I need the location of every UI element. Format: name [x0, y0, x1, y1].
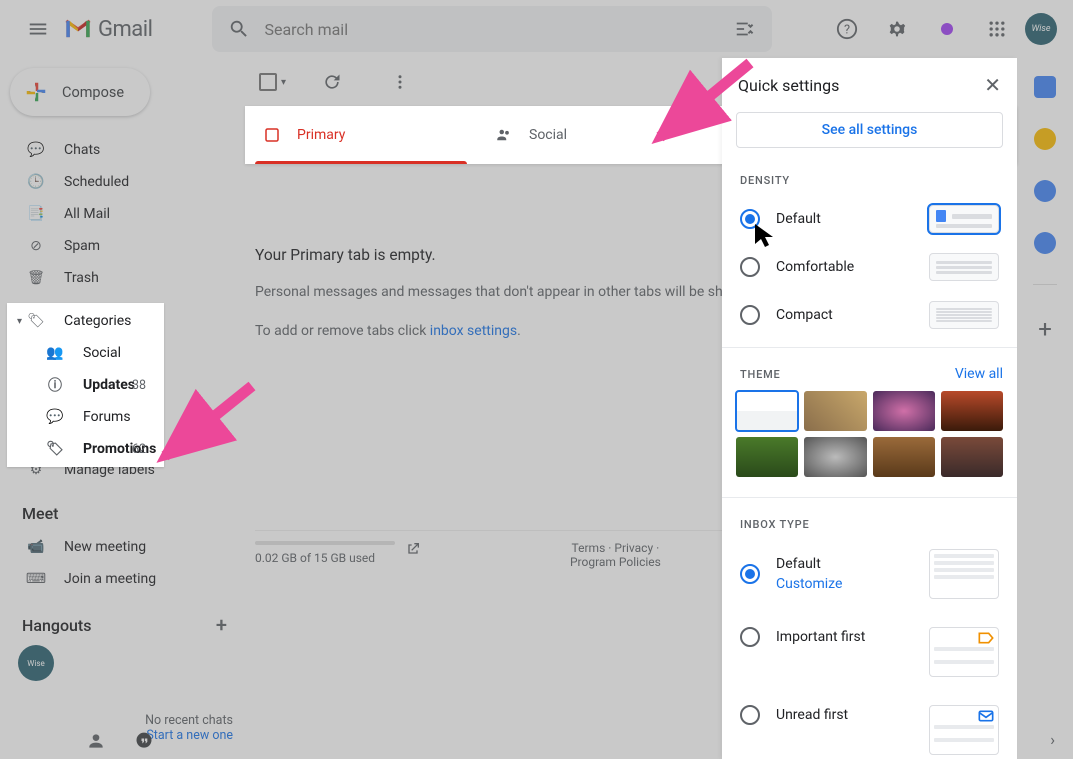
svg-text:?: ? [844, 23, 850, 38]
trash-icon: 🗑 [26, 270, 46, 286]
meet-section-title: Meet [0, 486, 245, 531]
sidebar-item-new-meeting[interactable]: 📹New meeting [0, 531, 235, 563]
header-bar: Gmail ? Wise [0, 0, 1073, 58]
apps-icon[interactable] [985, 17, 1009, 41]
sidebar-item-scheduled[interactable]: 🕒Scheduled [0, 166, 235, 198]
see-all-settings-button[interactable]: See all settings [736, 112, 1003, 148]
quick-settings-panel: Quick settings ✕ See all settings DENSIT… [722, 58, 1017, 759]
density-section-title: DENSITY [736, 162, 1003, 195]
density-compact[interactable]: Compact [736, 291, 1003, 339]
theme-swatches [736, 389, 1003, 489]
calendar-app-icon[interactable] [1034, 76, 1056, 98]
people-icon [495, 126, 513, 144]
quick-settings-title: Quick settings [738, 76, 839, 95]
theme-section-title: THEME [736, 356, 785, 389]
keyboard-icon: ⌨ [26, 571, 46, 587]
chat-icon: 💬 [26, 142, 46, 158]
theme-swatch[interactable] [873, 391, 935, 431]
add-icon[interactable]: + [216, 613, 227, 637]
compose-button[interactable]: Compose [10, 68, 150, 116]
keep-app-icon[interactable] [1034, 128, 1056, 150]
info-icon: ⓘ [45, 375, 65, 395]
inbox-type-section-title: INBOX TYPE [736, 506, 1003, 539]
settings-icon[interactable] [885, 17, 909, 41]
inbox-type-default[interactable]: Default Customize [736, 539, 1003, 609]
app-name: Gmail [98, 17, 152, 42]
sidebar-item-allmail[interactable]: 📑All Mail [0, 198, 235, 230]
inbox-type-important[interactable]: Important first [736, 609, 1003, 687]
status-icon[interactable] [935, 17, 959, 41]
contacts-app-icon[interactable] [1034, 232, 1056, 254]
search-bar[interactable] [212, 6, 772, 52]
open-external-icon[interactable] [405, 541, 421, 557]
radio-icon [740, 627, 760, 647]
forum-icon: 💬 [45, 409, 65, 425]
sidebar-item-chats[interactable]: 💬Chats [0, 134, 235, 166]
theme-swatch[interactable] [873, 437, 935, 477]
side-panel: + › [1017, 58, 1073, 759]
bottom-tabs [0, 723, 240, 759]
category-promotions[interactable]: 🏷Promotions62 [7, 433, 164, 465]
person-icon[interactable] [86, 731, 106, 751]
hangouts-bubble-icon[interactable] [134, 731, 154, 751]
sidebar-item-trash[interactable]: 🗑Trash [0, 262, 235, 294]
radio-icon [740, 257, 760, 277]
people-icon: 👥 [45, 345, 65, 361]
category-forums[interactable]: 💬Forums [7, 401, 164, 433]
radio-icon [740, 564, 760, 584]
theme-swatch[interactable] [736, 437, 798, 477]
theme-view-all-link[interactable]: View all [955, 366, 1003, 382]
theme-swatch[interactable] [804, 437, 866, 477]
tab-social[interactable]: Social [477, 106, 709, 164]
sidebar-item-categories[interactable]: ▾🏷Categories [7, 305, 164, 337]
stack-icon: 📑 [26, 206, 46, 222]
close-icon[interactable]: ✕ [984, 73, 1001, 97]
support-icon[interactable]: ? [835, 17, 859, 41]
theme-swatch[interactable] [736, 391, 798, 431]
select-all-checkbox[interactable]: ▾ [259, 73, 286, 91]
spam-icon: ⊘ [26, 238, 46, 254]
density-default[interactable]: Default [736, 195, 1003, 243]
more-icon[interactable] [388, 70, 412, 94]
account-avatar[interactable]: Wise [1025, 13, 1057, 45]
sidebar-item-spam[interactable]: ⊘Spam [0, 230, 235, 262]
theme-swatch[interactable] [941, 437, 1003, 477]
category-social[interactable]: 👥Social [7, 337, 164, 369]
hangouts-avatar-row[interactable]: Wise [0, 645, 245, 681]
density-comfortable[interactable]: Comfortable [736, 243, 1003, 291]
theme-swatch[interactable] [941, 391, 1003, 431]
tag-icon: 🏷 [26, 313, 46, 329]
categories-expanded: ▾🏷Categories 👥Social ⓘUpdates38 💬Forums … [7, 303, 164, 467]
inbox-type-unread[interactable]: Unread first [736, 687, 1003, 759]
refresh-icon[interactable] [320, 70, 344, 94]
storage-text: 0.02 GB of 15 GB used [255, 551, 375, 565]
search-input[interactable] [264, 20, 734, 39]
radio-icon [740, 209, 760, 229]
search-icon [228, 18, 250, 40]
main-menu-icon[interactable] [26, 17, 50, 41]
sidebar-item-join-meeting[interactable]: ⌨Join a meeting [0, 563, 235, 595]
video-icon: 📹 [26, 539, 46, 555]
inbox-settings-link[interactable]: inbox settings [430, 323, 517, 339]
customize-link[interactable]: Customize [776, 576, 913, 592]
category-updates[interactable]: ⓘUpdates38 [7, 369, 164, 401]
search-options-icon[interactable] [734, 18, 756, 40]
compose-label: Compose [62, 84, 124, 101]
chevron-right-icon[interactable]: › [1050, 730, 1055, 749]
tab-primary[interactable]: Primary [245, 106, 477, 164]
radio-icon [740, 705, 760, 725]
tasks-app-icon[interactable] [1034, 180, 1056, 202]
tag-icon: 🏷 [45, 441, 65, 457]
footer-links: Terms · Privacy · Program Policies [570, 541, 661, 569]
radio-icon [740, 305, 760, 325]
add-app-icon[interactable]: + [1038, 315, 1052, 343]
hangouts-section-title: Hangouts+ [0, 595, 245, 645]
hangouts-avatar: Wise [18, 645, 54, 681]
gmail-logo[interactable]: Gmail [64, 17, 152, 42]
theme-swatch[interactable] [804, 391, 866, 431]
inbox-icon [263, 126, 281, 144]
clock-icon: 🕒 [26, 174, 46, 190]
